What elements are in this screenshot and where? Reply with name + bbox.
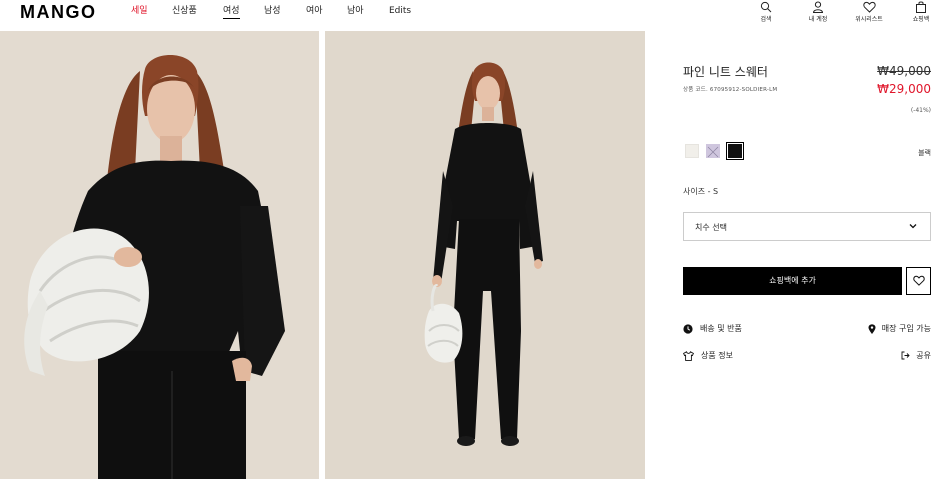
nav-boys[interactable]: 남아 <box>347 5 364 17</box>
share-icon <box>901 351 910 360</box>
bag-label: 쇼핑백 <box>912 16 930 23</box>
nav-girls[interactable]: 여아 <box>306 5 323 17</box>
color-swatch-lilac[interactable] <box>706 144 720 158</box>
product-details-label: 상품 정보 <box>701 351 733 360</box>
add-to-bag-button[interactable]: 쇼핑백에 추가 <box>683 267 902 295</box>
shipping-returns-label: 배송 및 반품 <box>700 324 742 333</box>
size-select-placeholder: 치수 선택 <box>695 223 727 232</box>
share-label: 공유 <box>916 351 931 360</box>
site-header: MANGO 세일 신상품 여성 남성 여아 남아 Edits 검색 내 계정 위… <box>0 0 936 31</box>
heart-icon <box>862 1 876 13</box>
color-swatch-black[interactable] <box>726 142 744 160</box>
color-swatch-white[interactable] <box>685 144 699 158</box>
nav-women[interactable]: 여성 <box>223 5 240 19</box>
bag-icon <box>916 1 926 13</box>
mango-logo[interactable]: MANGO <box>20 2 97 23</box>
chevron-down-icon <box>909 224 917 229</box>
sale-price: ₩29,000 <box>877 82 931 96</box>
location-pin-icon <box>868 323 876 334</box>
product-name: 파인 니트 스웨터 <box>683 65 768 79</box>
unavailable-cross-icon <box>707 146 719 158</box>
product-photo-fulllength[interactable] <box>325 31 645 479</box>
header-wishlist-button[interactable]: 위시리스트 <box>846 0 892 28</box>
size-select[interactable]: 치수 선택 <box>683 212 931 241</box>
product-details-link[interactable]: 상품 정보 <box>683 350 733 361</box>
nav-sale[interactable]: 세일 <box>131 5 148 17</box>
product-code: 상품 코드. 67095912-SOLDIER-LM <box>683 87 778 93</box>
share-link[interactable]: 공유 <box>901 350 931 361</box>
nav-edits[interactable]: Edits <box>389 5 411 17</box>
store-availability-link[interactable]: 매장 구입 가능 <box>868 323 931 334</box>
size-label: 사이즈 - S <box>683 187 719 196</box>
tshirt-icon <box>683 350 694 361</box>
original-price: ₩49,000 <box>877 64 931 78</box>
selected-color-name: 블랙 <box>918 149 931 157</box>
wishlist-label: 위시리스트 <box>855 16 883 23</box>
model-closeup-illustration <box>0 31 319 479</box>
header-search-button[interactable]: 검색 <box>743 0 789 28</box>
nav-men[interactable]: 남성 <box>264 5 281 17</box>
model-full-illustration <box>325 31 645 479</box>
shipping-returns-link[interactable]: 배송 및 반품 <box>683 323 742 334</box>
product-photo-closeup[interactable] <box>0 31 319 479</box>
account-label: 내 계정 <box>808 16 828 23</box>
heart-icon <box>912 275 925 286</box>
header-bag-button[interactable]: 쇼핑백 <box>898 0 936 28</box>
search-label: 검색 <box>760 16 772 23</box>
store-availability-label: 매장 구입 가능 <box>881 324 931 333</box>
search-icon <box>760 1 772 13</box>
user-icon <box>812 1 824 13</box>
nav-new[interactable]: 신상품 <box>172 5 197 17</box>
header-account-button[interactable]: 내 계정 <box>795 0 841 28</box>
discount-badge: (-41%) <box>910 107 931 114</box>
product-info-panel: 파인 니트 스웨터 상품 코드. 67095912-SOLDIER-LM ₩49… <box>683 31 931 483</box>
add-to-wishlist-button[interactable] <box>906 267 931 295</box>
clock-icon <box>683 323 693 334</box>
